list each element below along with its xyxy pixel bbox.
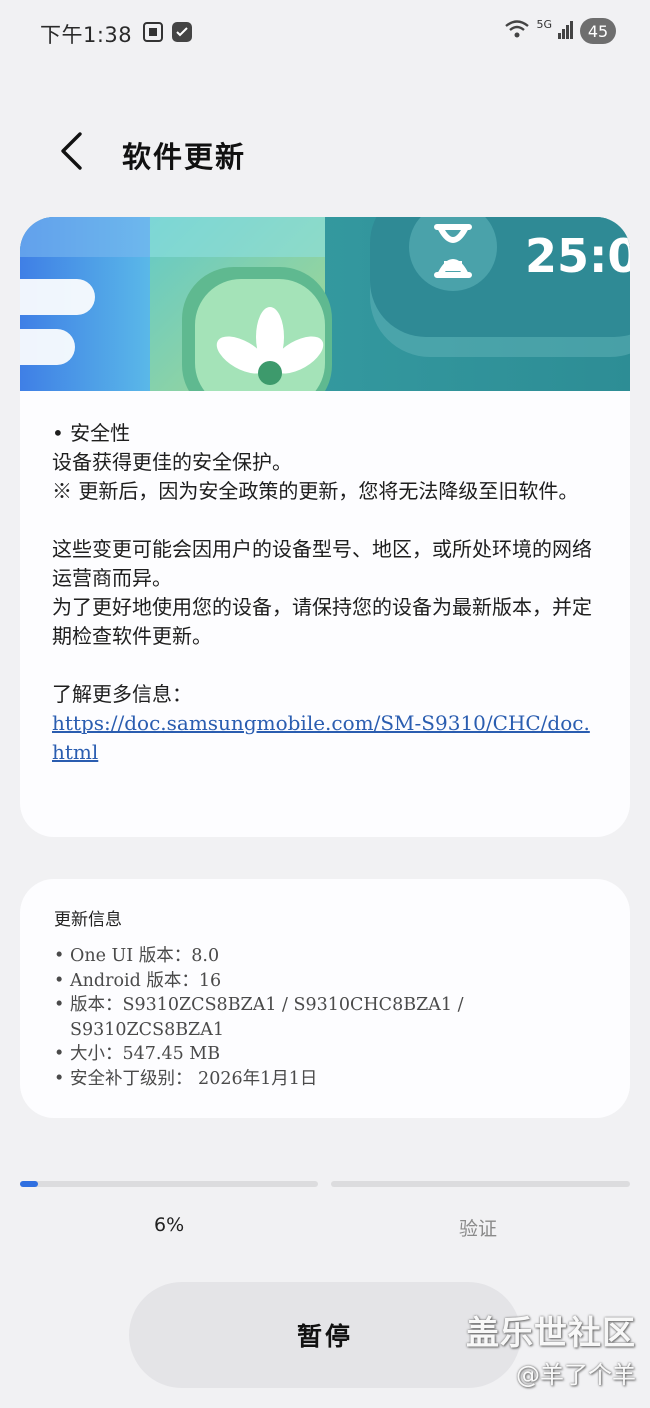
pause-button[interactable]: 暂停 <box>129 1282 521 1388</box>
watermark-community: 盖乐世社区 <box>466 1313 636 1352</box>
update-info-list: One UI 版本：8.0 Android 版本：16 版本：S9310ZCS8… <box>54 944 596 1091</box>
more-info-label: 了解更多信息： <box>52 682 192 706</box>
progress-percent: 6% <box>154 1214 185 1236</box>
progress-bar <box>20 1181 630 1189</box>
status-bar: 下午1:38 5G 45 <box>0 0 650 66</box>
verify-label: 验证 <box>459 1218 498 1240</box>
note-security-desc: 设备获得更佳的安全保护。 <box>52 450 292 474</box>
download-progress-fill <box>20 1181 38 1187</box>
update-info-title: 更新信息 <box>54 910 122 930</box>
page-title: 软件更新 <box>122 140 247 174</box>
chevron-left-icon <box>58 131 84 175</box>
note-keep-updated: 为了更好地使用您的设备，请保持您的设备为最新版本，并定期检查软件更新。 <box>52 595 592 648</box>
verify-progress-track <box>331 1181 630 1187</box>
list-item: Android 版本：16 <box>54 969 596 994</box>
header: 软件更新 <box>0 118 650 188</box>
check-shield-icon <box>171 21 193 43</box>
watermark-author: @羊了个羊 <box>516 1361 636 1389</box>
banner-timer-text: 25:0 <box>525 229 630 283</box>
list-item: One UI 版本：8.0 <box>54 944 596 969</box>
wifi-icon <box>504 18 530 44</box>
banner-image: 25:0 <box>20 217 630 391</box>
more-info-link[interactable]: https://doc.samsungmobile.com/SM-S9310/C… <box>52 709 598 767</box>
update-info-card: 更新信息 One UI 版本：8.0 Android 版本：16 版本：S931… <box>20 879 630 1118</box>
list-item: 版本：S9310ZCS8BZA1 / S9310CHC8BZA1 / S9310… <box>54 993 596 1042</box>
list-item: 安全补丁级别： 2026年1月1日 <box>54 1067 596 1092</box>
download-progress-track <box>20 1181 318 1187</box>
battery-icon: 45 <box>580 18 616 44</box>
list-item: 大小：547.45 MB <box>54 1042 596 1067</box>
note-security-heading: • 安全性 <box>52 421 131 445</box>
release-notes-text: • 安全性 设备获得更佳的安全保护。 ※ 更新后，因为安全政策的更新，您将无法降… <box>20 391 630 767</box>
network-type: 5G <box>536 17 552 31</box>
signal-icon <box>558 19 574 43</box>
release-notes-card: 25:0 • 安全性 设备获得更佳的安全保护。 ※ 更新后，因为安全政策的更新，… <box>20 217 630 837</box>
note-region-disclaimer: 这些变更可能会因用户的设备型号、地区，或所处环境的网络运营商而异。 <box>52 537 592 590</box>
status-indicators: 5G 45 <box>504 18 616 44</box>
back-button[interactable] <box>48 128 94 178</box>
status-time: 下午1:38 <box>40 23 133 47</box>
note-downgrade-warning: ※ 更新后，因为安全政策的更新，您将无法降级至旧软件。 <box>52 479 579 503</box>
screenshot-icon <box>142 21 164 43</box>
